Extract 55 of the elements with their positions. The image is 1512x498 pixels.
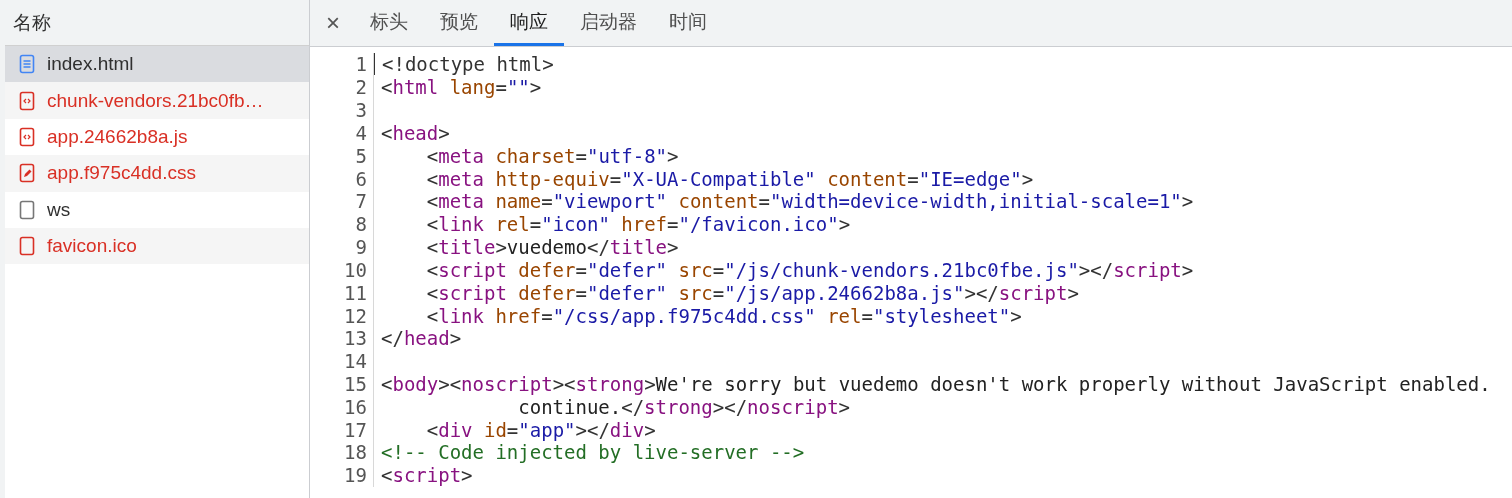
request-item[interactable]: ws [5, 191, 309, 228]
request-item[interactable]: chunk-vendors.21bc0fb… [5, 82, 309, 119]
line-number: 5 [310, 144, 374, 168]
tab[interactable]: 标头 [354, 0, 424, 46]
code-line: <link rel="icon" href="/favicon.ico"> [425, 213, 851, 236]
line-number: 1 [310, 53, 374, 76]
request-item[interactable]: favicon.ico [5, 227, 309, 265]
code-line: <meta name="viewport" content="width=device-width,initial-scale=1"> [425, 190, 1194, 213]
request-item[interactable]: app.f975c4dd.css [5, 155, 309, 192]
blank-file-icon [19, 199, 35, 220]
document-icon [19, 54, 35, 75]
tab[interactable]: 预览 [424, 0, 494, 46]
code-line: <link href="/css/app.f975c4dd.css" rel="stylesheet"> [425, 304, 1022, 327]
line-number: 2 [310, 75, 374, 99]
line-number: 18 [310, 441, 374, 464]
request-item[interactable]: app.24662b8a.js [5, 118, 309, 156]
line-number: 15 [310, 372, 374, 396]
line-number: 6 [310, 167, 374, 190]
close-button[interactable]: × [324, 0, 354, 46]
code-line: <body><noscript><strong>We're sorry but vuedemo doesn't work properly without JavaScript enabled. [380, 373, 1491, 395]
code-line: <meta http-equiv="X-UA-Compatible" content="IE=edge"> [425, 167, 1034, 190]
line-number: 10 [310, 258, 374, 282]
line-number: 14 [310, 349, 374, 373]
tab[interactable]: 时间 [653, 0, 723, 46]
line-number: 12 [310, 304, 374, 327]
code-line: <script> [380, 464, 473, 487]
column-header[interactable]: 名称 [5, 0, 309, 46]
tab[interactable]: 响应 [494, 0, 564, 46]
line-number: 3 [310, 98, 374, 122]
line-number: 13 [310, 326, 374, 350]
code-line: <script defer="defer" src="/js/app.24662b8a.js"></script> [425, 281, 1079, 304]
code-line: </head> [380, 327, 462, 350]
code-file-icon [19, 90, 35, 111]
code-line: <script defer="defer" src="/js/chunk-vendors.21bc0fbe.js"></script> [425, 258, 1194, 281]
code-line: <head> [380, 121, 450, 144]
code-line: <!doctype html> [374, 53, 554, 76]
code-line: continue.</strong></noscript> [517, 395, 851, 418]
line-number: 17 [310, 418, 374, 442]
code-line: <meta charset="utf-8"> [425, 144, 679, 167]
code-line: <title>vuedemo</title> [425, 236, 679, 259]
tab[interactable]: 启动器 [564, 0, 653, 46]
line-number: 19 [310, 463, 374, 487]
code-file-icon [19, 126, 35, 147]
request-item[interactable]: index.html [5, 46, 309, 83]
code-line: <div id="app"></div> [425, 418, 656, 441]
line-number: 9 [310, 235, 374, 259]
code-line: <!-- Code injected by live-server --> [380, 441, 805, 464]
blank-file-icon [19, 236, 35, 257]
code-line: <html lang=""> [380, 76, 542, 99]
line-number: 7 [310, 189, 374, 213]
line-number: 16 [310, 395, 374, 419]
pen-file-icon [19, 163, 35, 184]
line-number: 8 [310, 212, 374, 236]
line-number: 4 [310, 121, 374, 145]
line-number: 11 [310, 281, 374, 305]
